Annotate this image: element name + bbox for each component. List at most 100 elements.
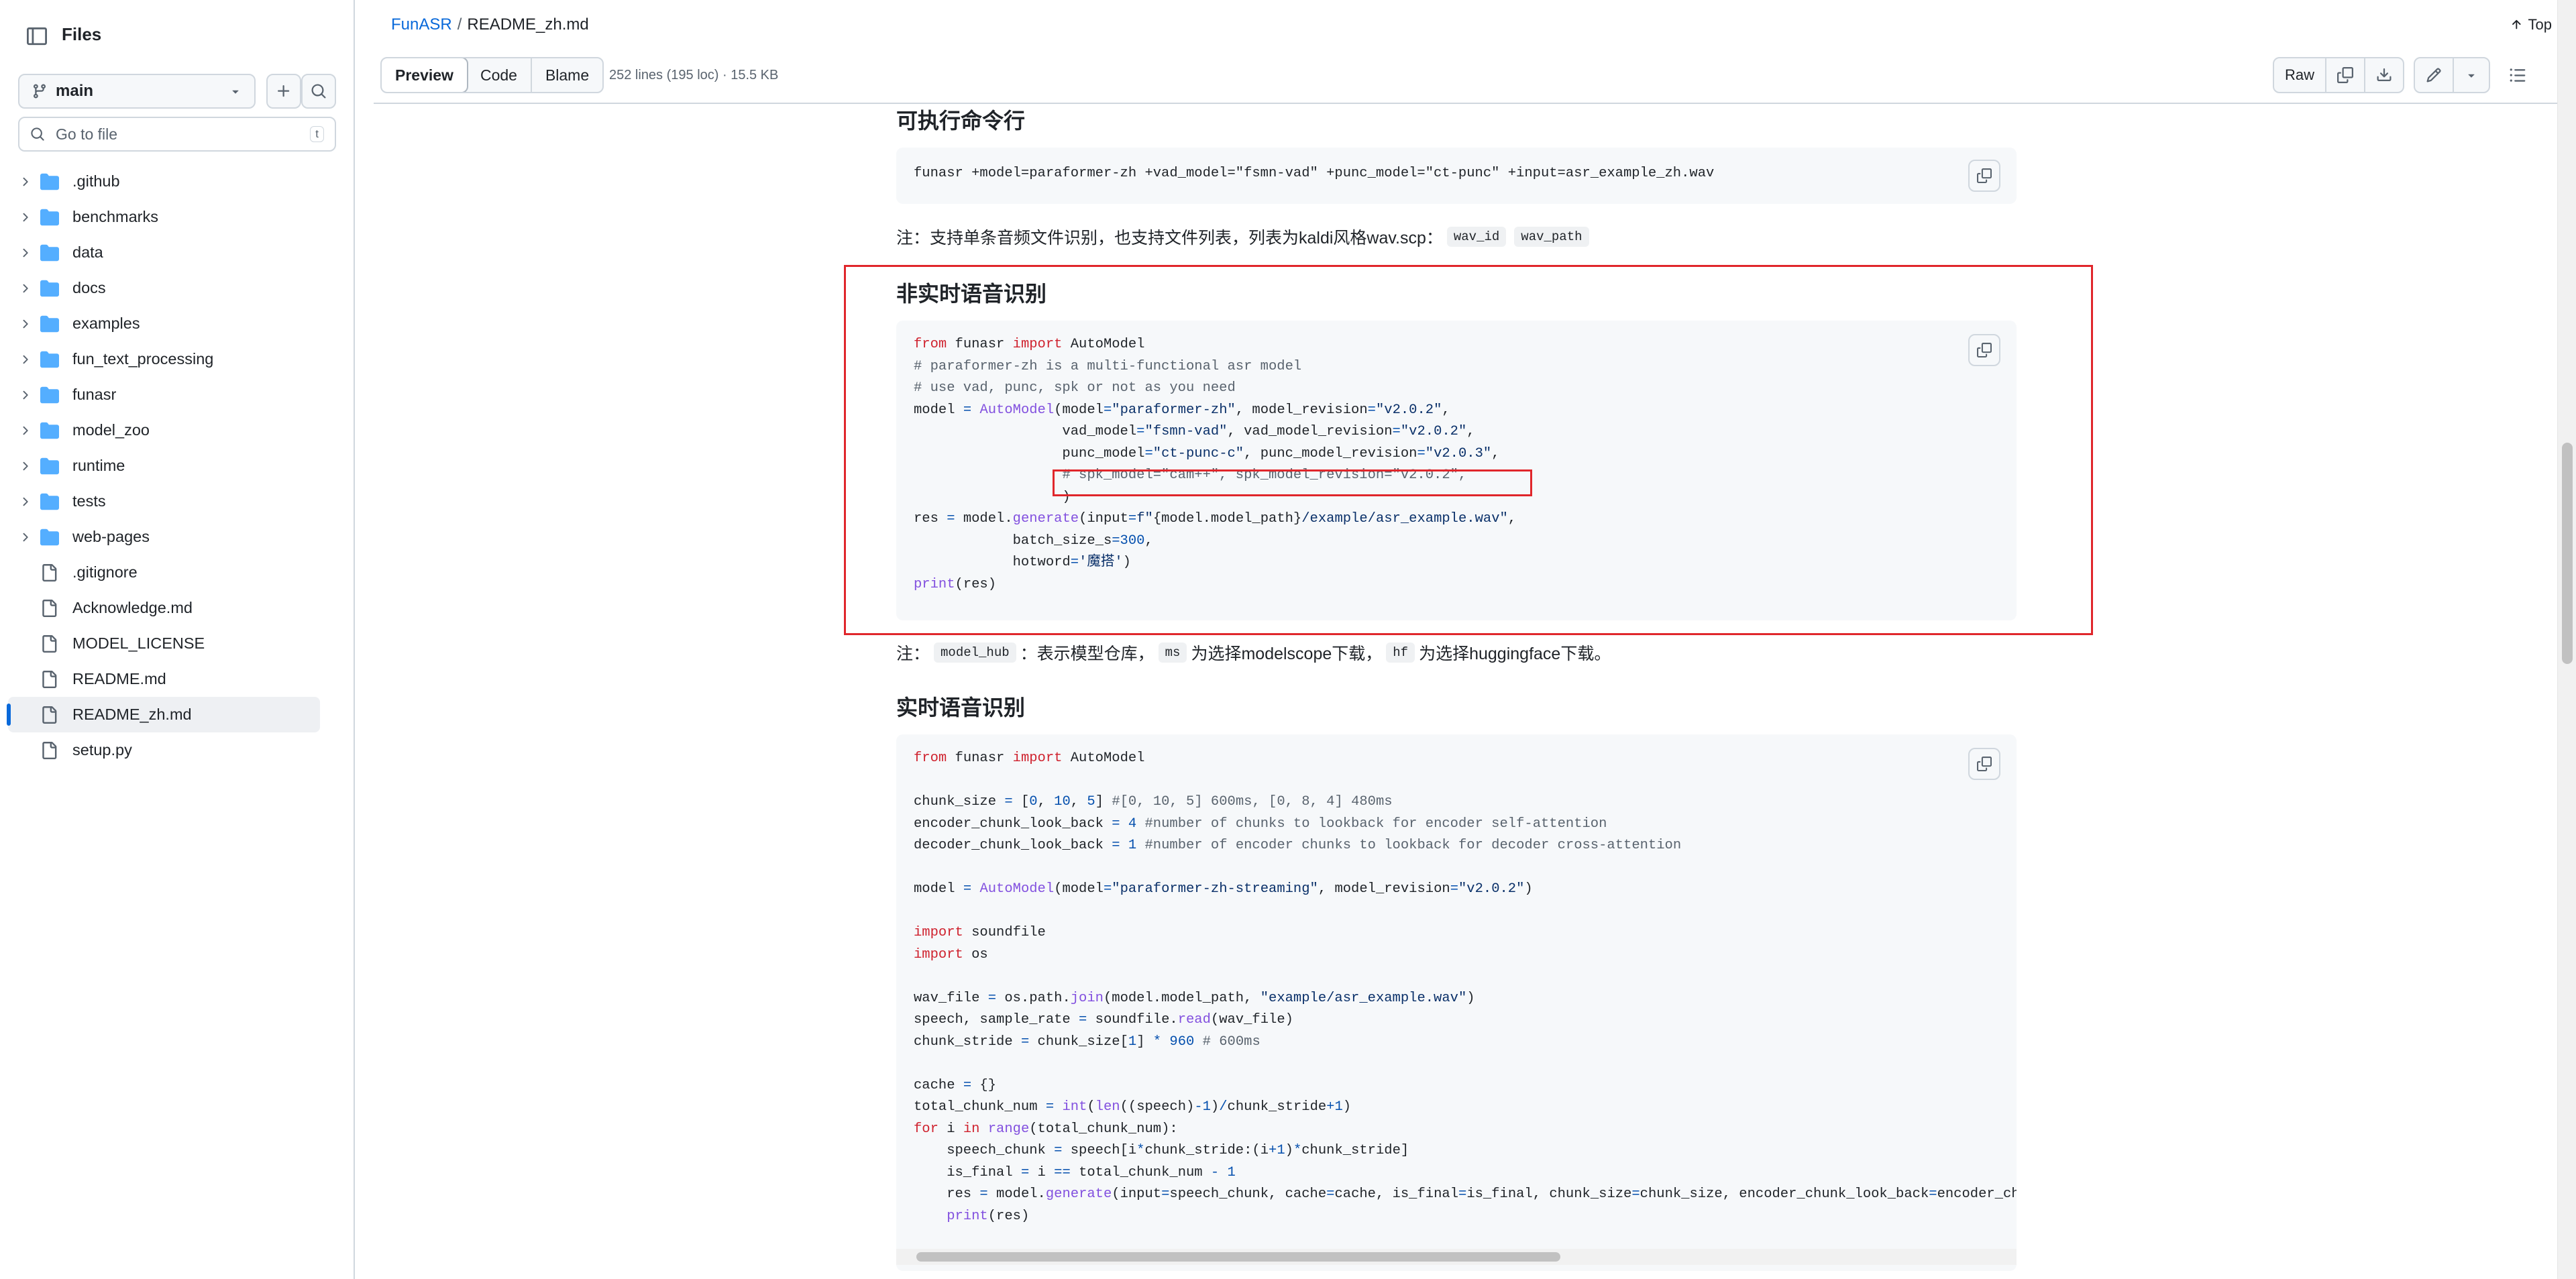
note-model-hub: 注： model_hub ：表示模型仓库， ms 为选择modelscope下载… <box>896 641 1611 665</box>
tree-folder[interactable]: web-pages <box>8 519 320 555</box>
tree-chevron[interactable] <box>16 495 34 508</box>
outline-button[interactable] <box>2500 57 2536 93</box>
folder-icon <box>40 386 59 403</box>
tab-blame[interactable]: Blame <box>532 58 602 92</box>
tree-chevron[interactable] <box>16 211 34 224</box>
go-to-file-input[interactable] <box>54 124 311 144</box>
tree-file[interactable]: .gitignore <box>8 555 320 590</box>
tree-item-icon <box>40 563 63 581</box>
edit-options-dropdown[interactable] <box>2454 58 2489 92</box>
scrollbar-thumb[interactable] <box>916 1252 1560 1262</box>
page-vertical-scrollbar[interactable] <box>2557 0 2576 1279</box>
tree-folder[interactable]: fun_text_processing <box>8 341 320 377</box>
tree-chevron[interactable] <box>16 353 34 366</box>
file-info: 252 lines (195 loc) · 15.5 KB <box>609 68 779 82</box>
tree-chevron[interactable] <box>16 531 34 544</box>
tree-folder[interactable]: docs <box>8 270 320 306</box>
sidebar-title: Files <box>62 24 102 44</box>
raw-actions-group: Raw <box>2272 57 2404 93</box>
tree-file[interactable]: README.md <box>8 661 320 697</box>
file-tree: .github benchmarks data docs examples fun_tex… <box>0 164 354 768</box>
copy-icon <box>1977 757 1992 771</box>
note-text: 注： <box>896 645 930 663</box>
copy-code-button[interactable] <box>1968 748 2000 780</box>
tree-item-icon <box>40 172 63 191</box>
go-to-file-field[interactable]: t <box>18 117 336 152</box>
note-text: ：表示模型仓库， <box>1020 645 1155 663</box>
shortcut-hint: t <box>310 126 324 142</box>
folder-icon <box>40 280 59 296</box>
copy-code-button[interactable] <box>1968 334 2000 366</box>
file-tree-sidebar: Files main t .github benchmarks data docs ex… <box>0 0 355 1279</box>
inline-code: model_hub <box>934 643 1016 663</box>
scrollbar-thumb[interactable] <box>2562 443 2573 664</box>
chevron-right-icon <box>23 497 28 506</box>
raw-button[interactable]: Raw <box>2274 58 2326 92</box>
note-text: 为选择modelscope下载， <box>1191 645 1383 663</box>
chevron-right-icon <box>23 355 28 364</box>
code-block-cli: funasr +model=paraformer-zh +vad_model="… <box>896 148 2017 204</box>
back-to-top-button[interactable]: Top <box>2510 16 2552 34</box>
tab-preview[interactable]: Preview <box>382 58 468 92</box>
plus-icon <box>278 85 290 97</box>
file-header: FunASR / README_zh.md Top Preview Code Bla… <box>374 0 2576 104</box>
tree-chevron[interactable] <box>16 317 34 331</box>
tree-item-name: README.md <box>72 670 166 687</box>
folder-icon <box>40 493 59 510</box>
tree-item-name: setup.py <box>72 741 132 759</box>
tree-folder[interactable]: funasr <box>8 377 320 412</box>
tree-folder[interactable]: model_zoo <box>8 412 320 448</box>
tree-item-icon <box>40 741 63 759</box>
tree-folder[interactable]: benchmarks <box>8 199 320 235</box>
chevron-right-icon <box>23 319 28 328</box>
inline-code: ms <box>1158 643 1187 663</box>
pencil-icon <box>2426 68 2441 82</box>
download-button[interactable] <box>2365 58 2403 92</box>
tree-item-icon <box>40 315 63 333</box>
tree-file[interactable]: README_zh.md <box>7 697 320 732</box>
tree-item-name: .github <box>72 172 120 190</box>
tree-chevron[interactable] <box>16 282 34 295</box>
tree-item-icon <box>40 599 63 617</box>
tree-folder[interactable]: examples <box>8 306 320 341</box>
heading-offline-asr: 非实时语音识别 <box>896 282 1047 306</box>
tree-item-name: data <box>72 243 103 261</box>
tree-chevron[interactable] <box>16 388 34 402</box>
note-text: 注：支持单条音频文件识别，也支持文件列表，列表为kaldi风格wav.scp： <box>896 229 1443 247</box>
tree-chevron[interactable] <box>16 459 34 473</box>
edit-file-button[interactable] <box>2415 58 2454 92</box>
search-code-button[interactable] <box>301 74 336 109</box>
search-icon <box>311 84 326 99</box>
caret-down-icon <box>2468 74 2475 78</box>
add-file-button[interactable] <box>266 74 301 109</box>
tree-chevron[interactable] <box>16 246 34 260</box>
tree-file[interactable]: setup.py <box>8 732 320 768</box>
tree-chevron[interactable] <box>16 424 34 437</box>
tree-item-icon <box>40 457 63 476</box>
file-actions: Raw <box>2272 57 2536 93</box>
tree-item-icon <box>40 386 63 404</box>
breadcrumb-separator: / <box>457 15 462 34</box>
copy-icon <box>1977 343 1992 357</box>
copy-code-button[interactable] <box>1968 160 2000 192</box>
inline-code: wav_path <box>1514 227 1589 247</box>
tree-item-icon <box>40 421 63 440</box>
note-text: 为选择huggingface下载。 <box>1419 645 1611 663</box>
copy-raw-button[interactable] <box>2326 58 2365 92</box>
tree-folder[interactable]: data <box>8 235 320 270</box>
tree-file[interactable]: Acknowledge.md <box>8 590 320 626</box>
tree-folder[interactable]: tests <box>8 484 320 519</box>
tab-code[interactable]: Code <box>467 58 532 92</box>
tree-file[interactable]: MODEL_LICENSE <box>8 626 320 661</box>
tree-folder[interactable]: .github <box>8 164 320 199</box>
branch-selector-button[interactable]: main <box>18 74 256 109</box>
chevron-right-icon <box>23 426 28 435</box>
chevron-right-icon <box>23 533 28 541</box>
tree-item-name: .gitignore <box>72 563 138 581</box>
tree-folder[interactable]: runtime <box>8 448 320 484</box>
sidebar-collapse-button[interactable] <box>23 22 51 50</box>
sidebar-header: Files <box>0 0 354 72</box>
breadcrumb-repo-link[interactable]: FunASR <box>391 15 452 34</box>
code-horizontal-scrollbar[interactable] <box>896 1249 2017 1265</box>
tree-chevron[interactable] <box>16 175 34 188</box>
